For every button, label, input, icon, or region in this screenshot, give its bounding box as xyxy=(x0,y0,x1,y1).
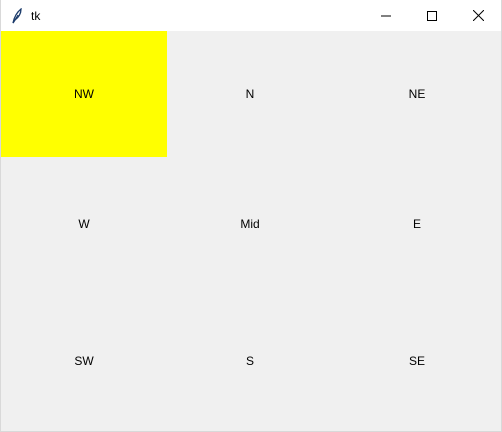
cell-s: S xyxy=(167,290,333,431)
cell-n: N xyxy=(167,31,333,157)
window-title: tk xyxy=(31,8,41,23)
title-bar[interactable]: tk xyxy=(1,0,501,31)
cell-sw: SW xyxy=(1,290,167,431)
cell-e: E xyxy=(333,157,501,290)
cell-ne: NE xyxy=(333,31,501,157)
cell-se: SE xyxy=(333,290,501,431)
close-icon xyxy=(472,10,484,21)
window-controls xyxy=(363,0,501,31)
tk-window: tk NW N NE W Mid E SW S SE xyxy=(0,0,502,432)
maximize-icon xyxy=(427,10,437,21)
close-button[interactable] xyxy=(455,0,501,31)
cell-w: W xyxy=(1,157,167,290)
feather-icon xyxy=(9,7,25,24)
minimize-button[interactable] xyxy=(363,0,409,31)
maximize-button[interactable] xyxy=(409,0,455,31)
cell-mid: Mid xyxy=(167,157,333,290)
cell-nw: NW xyxy=(1,31,167,157)
minimize-icon xyxy=(381,15,391,16)
compass-grid: NW N NE W Mid E SW S SE xyxy=(1,31,501,431)
